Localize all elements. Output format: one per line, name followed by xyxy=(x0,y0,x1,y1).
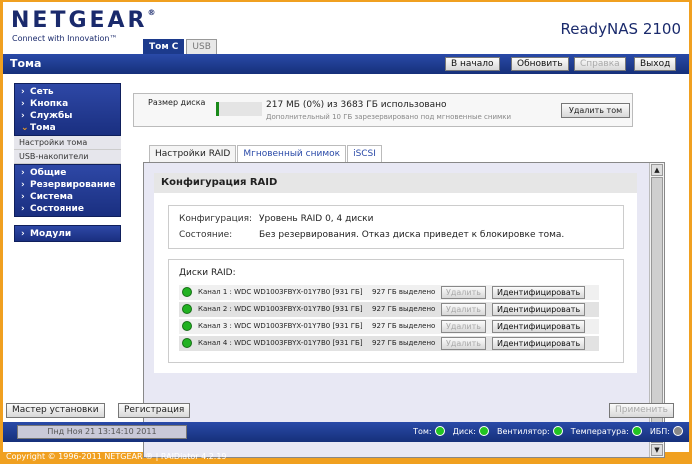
datetime-display: Пнд Ноя 21 13:14:10 2011 xyxy=(17,425,187,439)
main-content: Размер диска 217 МБ (0%) из 3683 ГБ испо… xyxy=(133,83,673,458)
tab-raid-settings[interactable]: Настройки RAID xyxy=(149,145,237,162)
sidebar: › Сеть › Кнопка › Службы ⌄Тома Настройки то… xyxy=(14,83,121,263)
sidebar-item-volumes[interactable]: ⌄Тома xyxy=(15,122,120,134)
disk-name: Канал 1 : WDC WD1003FBYX-01Y7B0 [931 ГБ] xyxy=(198,288,363,296)
disk-row: Канал 4 : WDC WD1003FBYX-01Y7B0 [931 ГБ]… xyxy=(179,336,599,351)
identify-disk-button[interactable]: Идентифицировать xyxy=(492,303,586,316)
sidebar-item-network[interactable]: › Сеть xyxy=(15,86,120,98)
raid-disks-title: Диски RAID: xyxy=(179,268,236,278)
header: NETGEAR ® Connect with Innovation™ ReadyN… xyxy=(3,2,689,54)
refresh-button[interactable]: Обновить xyxy=(511,57,569,71)
sidebar-item-button[interactable]: › Кнопка xyxy=(15,98,120,110)
remove-disk-button[interactable]: Удалить xyxy=(441,337,486,350)
raid-config-box: Конфигурация RAID Конфигурация: Уровень R… xyxy=(154,173,637,373)
tab-iscsi[interactable]: iSCSI xyxy=(347,145,382,162)
status-indicators: Том: Диск: Вентилятор: Температура: ИБП: xyxy=(405,426,683,436)
disk-status-led-icon xyxy=(182,321,192,331)
sidebar-subitem-usb-storage[interactable]: USB-накопители xyxy=(14,150,121,164)
disk-name: Канал 2 : WDC WD1003FBYX-01Y7B0 [931 ГБ] xyxy=(198,305,363,313)
raid-state-row: Состояние: Без резервирования. Отказ диск… xyxy=(179,230,565,240)
page-title: Тома xyxy=(10,57,42,70)
status-off-icon xyxy=(673,426,683,436)
chevron-right-icon: › xyxy=(21,229,25,239)
disk-allocated: 927 ГБ выделено xyxy=(372,288,436,296)
disk-allocated: 927 ГБ выделено xyxy=(372,305,436,313)
disk-status-led-icon xyxy=(182,304,192,314)
disk-usage-text: 217 МБ (0%) из 3683 ГБ использовано xyxy=(266,100,447,110)
disk-usage-box: Размер диска 217 МБ (0%) из 3683 ГБ испо… xyxy=(133,93,633,127)
disk-row: Канал 1 : WDC WD1003FBYX-01Y7B0 [931 ГБ]… xyxy=(179,285,599,300)
status-ok-icon xyxy=(631,426,642,436)
chevron-right-icon: › xyxy=(21,99,25,109)
help-button[interactable]: Справка xyxy=(574,57,626,71)
status-ups[interactable]: ИБП: xyxy=(650,426,683,436)
sidebar-subitem-volume-settings[interactable]: Настройки тома xyxy=(14,136,121,150)
netgear-logo: NETGEAR ® xyxy=(11,8,156,33)
product-name: ReadyNAS 2100 xyxy=(560,20,681,38)
logout-button[interactable]: Выход xyxy=(634,57,677,71)
status-temperature[interactable]: Температура: xyxy=(571,426,642,436)
settings-tabs: Настройки RAID Мгновенный снимок iSCSI xyxy=(149,145,383,162)
setup-wizard-button[interactable]: Мастер установки xyxy=(6,403,105,418)
remove-disk-button[interactable]: Удалить xyxy=(441,320,486,333)
chevron-right-icon: › xyxy=(21,192,25,202)
raid-config-info: Конфигурация: Уровень RAID 0, 4 диски Сос… xyxy=(168,205,624,249)
status-ok-icon xyxy=(479,426,489,436)
disk-allocated: 927 ГБ выделено xyxy=(372,339,436,347)
tab-snapshot[interactable]: Мгновенный снимок xyxy=(237,145,347,162)
chevron-right-icon: › xyxy=(21,87,25,97)
sidebar-group-system: › Общие › Резервирование › Система › Состоян… xyxy=(14,164,121,217)
disk-usage-bar xyxy=(216,102,262,116)
tagline: Connect with Innovation™ xyxy=(12,34,118,43)
chevron-right-icon: › xyxy=(21,180,25,190)
delete-volume-button[interactable]: Удалить том xyxy=(561,103,631,118)
scroll-up-icon[interactable]: ▲ xyxy=(651,164,663,176)
sidebar-item-system[interactable]: › Система xyxy=(15,191,120,203)
scroll-down-icon[interactable]: ▼ xyxy=(651,444,663,456)
status-disk[interactable]: Диск: xyxy=(453,426,489,436)
tab-usb[interactable]: USB xyxy=(186,39,217,54)
status-bar: Пнд Ноя 21 13:14:10 2011 Том: Диск: Вент… xyxy=(3,422,689,442)
status-volume[interactable]: Том: xyxy=(413,426,445,436)
home-button[interactable]: В начало xyxy=(445,57,500,71)
disk-name: Канал 3 : WDC WD1003FBYX-01Y7B0 [931 ГБ] xyxy=(198,322,363,330)
disk-status-led-icon xyxy=(182,287,192,297)
status-fan[interactable]: Вентилятор: xyxy=(497,426,563,436)
volume-tabs: Том C USB xyxy=(143,39,219,54)
disk-reserved-text: Дополнительный 10 ГБ зарезервировано под… xyxy=(266,113,512,121)
identify-disk-button[interactable]: Идентифицировать xyxy=(492,286,586,299)
sidebar-item-shares[interactable]: › Общие xyxy=(15,167,120,179)
disk-row: Канал 3 : WDC WD1003FBYX-01Y7B0 [931 ГБ]… xyxy=(179,319,599,334)
tab-volume-c[interactable]: Том C xyxy=(143,39,185,54)
status-ok-icon xyxy=(434,426,445,436)
status-ok-icon xyxy=(552,426,563,436)
disk-row: Канал 2 : WDC WD1003FBYX-01Y7B0 [931 ГБ]… xyxy=(179,302,599,317)
footer-bar: Мастер установки Регистрация Применить xyxy=(3,403,689,419)
remove-disk-button[interactable]: Удалить xyxy=(441,303,486,316)
registration-button[interactable]: Регистрация xyxy=(118,403,191,418)
disk-name: Канал 4 : WDC WD1003FBYX-01Y7B0 [931 ГБ] xyxy=(198,339,363,347)
identify-disk-button[interactable]: Идентифицировать xyxy=(492,320,586,333)
raid-disks-box: Диски RAID: Канал 1 : WDC WD1003FBYX-01Y… xyxy=(168,259,624,363)
chevron-right-icon: › xyxy=(21,168,25,178)
disk-size-label: Размер диска xyxy=(148,98,206,107)
remove-disk-button[interactable]: Удалить xyxy=(441,286,486,299)
chevron-down-icon: ⌄ xyxy=(21,123,29,133)
chevron-right-icon: › xyxy=(21,204,25,214)
sidebar-item-status[interactable]: › Состояние xyxy=(15,203,120,215)
disk-status-led-icon xyxy=(182,338,192,348)
sidebar-item-services[interactable]: › Службы xyxy=(15,110,120,122)
sidebar-item-addons[interactable]: › Модули xyxy=(15,228,120,240)
sidebar-group-main: › Сеть › Кнопка › Службы ⌄Тома xyxy=(14,83,121,136)
sidebar-group-addons: › Модули xyxy=(14,225,121,242)
title-bar: Тома В начало Обновить Справка Выход xyxy=(3,54,689,74)
apply-button[interactable]: Применить xyxy=(609,403,674,418)
identify-disk-button[interactable]: Идентифицировать xyxy=(492,337,586,350)
disk-allocated: 927 ГБ выделено xyxy=(372,322,436,330)
copyright: Copyright © 1996-2011 NETGEAR ® | RAIDia… xyxy=(6,452,227,461)
chevron-right-icon: › xyxy=(21,111,25,121)
raid-config-row: Конфигурация: Уровень RAID 0, 4 диски xyxy=(179,214,374,224)
sidebar-item-backup[interactable]: › Резервирование xyxy=(15,179,120,191)
raid-config-title: Конфигурация RAID xyxy=(154,173,637,193)
